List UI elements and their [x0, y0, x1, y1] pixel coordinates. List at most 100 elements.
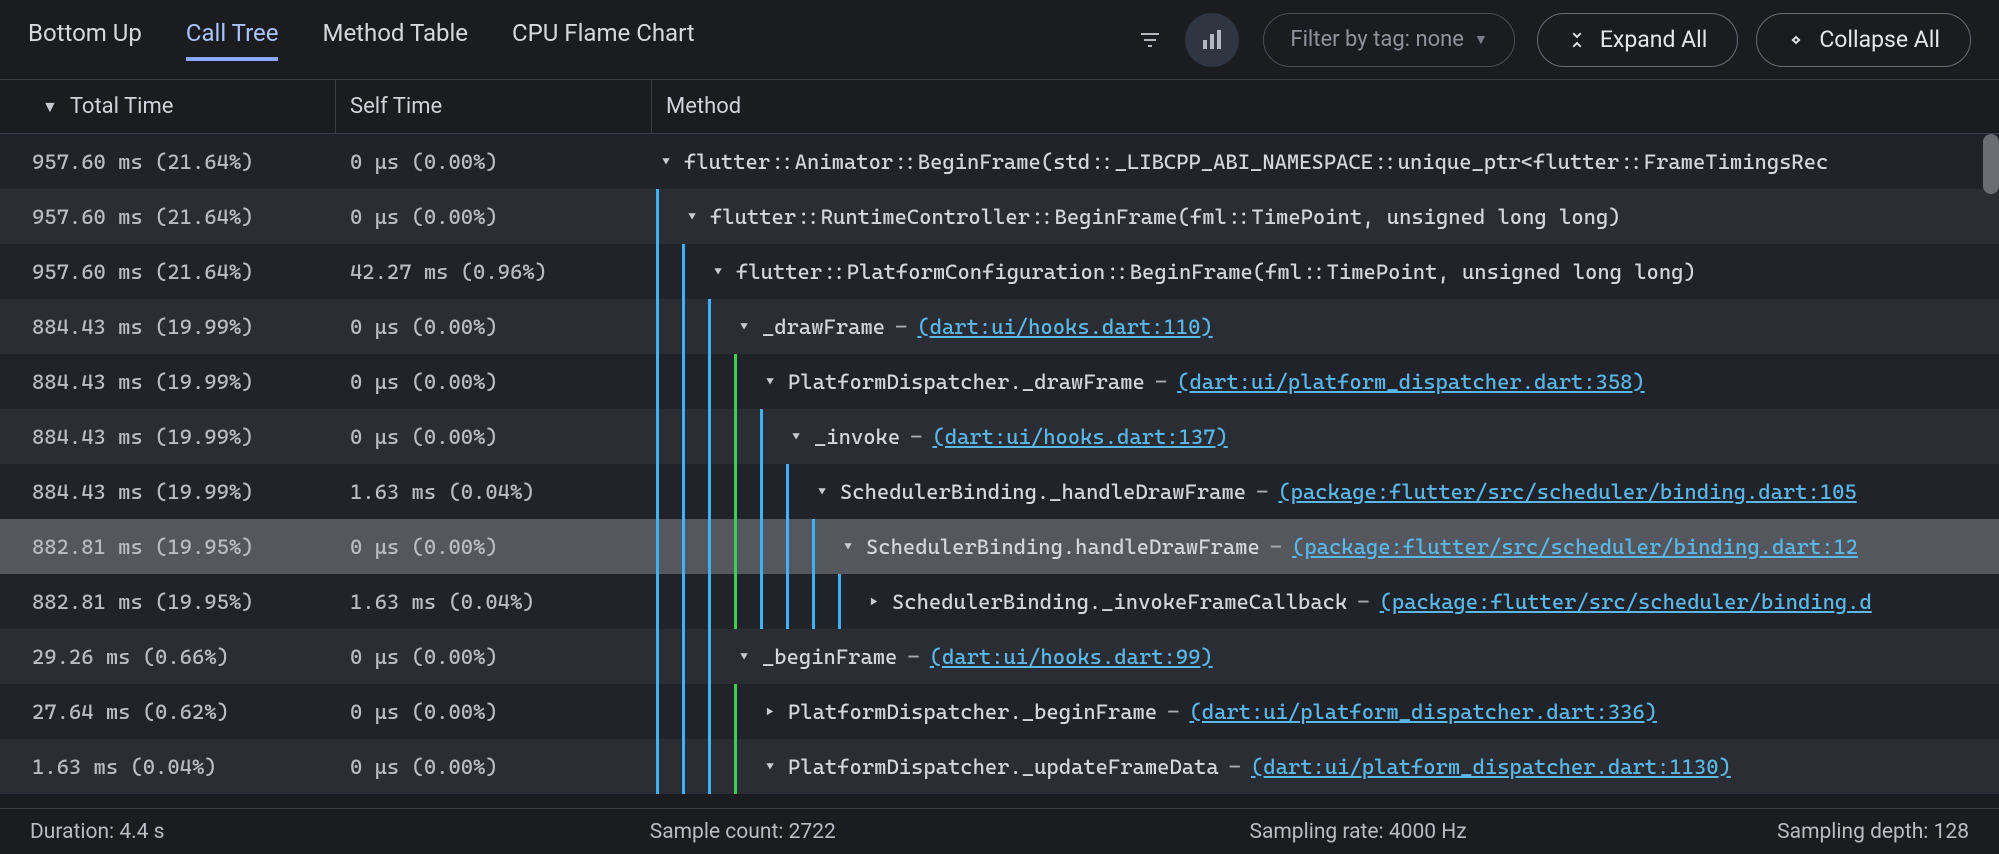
tree-guides: [652, 629, 730, 684]
source-link[interactable]: (package:flutter/src/scheduler/binding.d: [1380, 590, 1872, 614]
tree-guide-line: [704, 684, 730, 739]
method-body: ▸SchedulerBinding._invokeFrameCallback -…: [860, 574, 1872, 629]
cell-method: ▸SchedulerBinding._invokeFrameCallback -…: [652, 574, 1999, 629]
filter-by-tag-dropdown[interactable]: Filter by tag: none ▼: [1263, 13, 1514, 67]
source-link[interactable]: (dart:ui/hooks.dart:137): [932, 425, 1227, 449]
method-body: ▾ _beginFrame - (dart:ui/hooks.dart:99): [730, 629, 1213, 684]
method-name: PlatformDispatcher._updateFrameData: [788, 755, 1219, 779]
table-row[interactable]: 884.43 ms (19.99%)1.63 ms (0.04%)▾Schedu…: [0, 464, 1999, 519]
chevron-down-icon[interactable]: ▾: [658, 152, 674, 171]
expand-all-button[interactable]: Expand All: [1537, 13, 1738, 67]
table-row[interactable]: 882.81 ms (19.95%)0 µs (0.00%)▾Scheduler…: [0, 519, 1999, 574]
tree-guide-line: [678, 629, 704, 684]
source-link[interactable]: (package:flutter/src/scheduler/binding.d…: [1292, 535, 1858, 559]
cell-method: ▾SchedulerBinding._handleDrawFrame - (pa…: [652, 464, 1999, 519]
chevron-down-icon[interactable]: ▾: [762, 757, 778, 776]
tree-guide-line: [730, 409, 756, 464]
cell-total-time: 882.81 ms (19.95%): [0, 574, 336, 629]
tab-bottom-up[interactable]: Bottom Up: [28, 19, 142, 61]
tree-guide-line: [704, 299, 730, 354]
tree-guides: [652, 354, 756, 409]
table-row[interactable]: 957.60 ms (21.64%)42.27 ms (0.96%)▾flutt…: [0, 244, 1999, 299]
filter-icon-button[interactable]: [1123, 13, 1177, 67]
profiler-statusbar: Duration: 4.4 s Sample count: 2722 Sampl…: [0, 808, 1999, 854]
table-row[interactable]: 29.26 ms (0.66%)0 µs (0.00%)▾_beginFrame…: [0, 629, 1999, 684]
tree-guide-line: [678, 409, 704, 464]
tree-guides: [652, 409, 782, 464]
source-separator: -: [1256, 480, 1268, 504]
tree-guide-line: [704, 629, 730, 684]
tab-cpu-flame-chart[interactable]: CPU Flame Chart: [512, 19, 695, 61]
source-separator: -: [910, 425, 922, 449]
tree-guide-line: [730, 739, 756, 794]
method-name: flutter::PlatformConfiguration::BeginFra…: [736, 260, 1696, 284]
table-row[interactable]: 884.43 ms (19.99%)0 µs (0.00%)▾_drawFram…: [0, 299, 1999, 354]
column-header-method[interactable]: Method: [652, 80, 1999, 133]
expand-all-label: Expand All: [1600, 26, 1707, 53]
chevron-down-icon[interactable]: ▾: [762, 372, 778, 391]
chevron-down-icon[interactable]: ▾: [684, 207, 700, 226]
method-name: PlatformDispatcher._drawFrame: [788, 370, 1145, 394]
tree-guide-line: [756, 519, 782, 574]
collapse-all-button[interactable]: Collapse All: [1756, 13, 1971, 67]
table-row[interactable]: 884.43 ms (19.99%)0 µs (0.00%)▾_invoke -…: [0, 409, 1999, 464]
column-header-self-time[interactable]: Self Time: [336, 80, 652, 133]
profiler-toolbar: Bottom Up Call Tree Method Table CPU Fla…: [0, 0, 1999, 80]
chevron-down-icon[interactable]: ▾: [710, 262, 726, 281]
source-separator: -: [907, 645, 919, 669]
cell-total-time: 884.43 ms (19.99%): [0, 354, 336, 409]
column-header-total-time[interactable]: ▼ Total Time: [0, 80, 336, 133]
method-name: _invoke: [814, 425, 900, 449]
table-row[interactable]: 957.60 ms (21.64%)0 µs (0.00%)▾flutter::…: [0, 134, 1999, 189]
table-row[interactable]: 957.60 ms (21.64%)0 µs (0.00%)▾flutter::…: [0, 189, 1999, 244]
cell-self-time: 0 µs (0.00%): [336, 189, 652, 244]
source-link[interactable]: (dart:ui/platform_dispatcher.dart:336): [1189, 700, 1657, 724]
table-row[interactable]: 27.64 ms (0.62%)0 µs (0.00%)▸PlatformDis…: [0, 684, 1999, 739]
tab-method-table[interactable]: Method Table: [322, 19, 468, 61]
method-name: flutter::Animator::BeginFrame(std::_LIBC…: [684, 150, 1828, 174]
profiler-tabs: Bottom Up Call Tree Method Table CPU Fla…: [28, 19, 695, 61]
source-link[interactable]: (dart:ui/hooks.dart:99): [930, 645, 1213, 669]
tab-call-tree[interactable]: Call Tree: [186, 19, 279, 61]
chevron-down-icon[interactable]: ▾: [736, 317, 752, 336]
source-link[interactable]: (dart:ui/platform_dispatcher.dart:1130): [1251, 755, 1731, 779]
tree-guide-line: [652, 409, 678, 464]
chevron-right-icon[interactable]: ▸: [762, 702, 778, 721]
source-link[interactable]: (dart:ui/platform_dispatcher.dart:358): [1177, 370, 1645, 394]
vertical-scrollbar[interactable]: [1983, 134, 1999, 194]
status-sampling-rate: Sampling rate: 4000 Hz: [1030, 820, 1590, 844]
tree-guide-line: [678, 519, 704, 574]
cell-method: ▾ _invoke - (dart:ui/hooks.dart:137): [652, 409, 1999, 464]
tree-guide-line: [730, 354, 756, 409]
tree-guide-line: [730, 574, 756, 629]
cell-self-time: 0 µs (0.00%): [336, 354, 652, 409]
tree-guide-line: [782, 574, 808, 629]
cell-self-time: 42.27 ms (0.96%): [336, 244, 652, 299]
method-name: _beginFrame: [762, 645, 897, 669]
tree-guides: [652, 519, 834, 574]
chevron-down-icon[interactable]: ▾: [736, 647, 752, 666]
tree-guides: [652, 244, 704, 299]
table-row[interactable]: 1.63 ms (0.04%)0 µs (0.00%)▾PlatformDisp…: [0, 739, 1999, 794]
chart-icon-button[interactable]: [1185, 13, 1239, 67]
tree-guides: [652, 464, 808, 519]
tree-guide-line: [808, 519, 834, 574]
cell-self-time: 0 µs (0.00%): [336, 409, 652, 464]
method-body: ▾ _invoke - (dart:ui/hooks.dart:137): [782, 409, 1228, 464]
table-row[interactable]: 884.43 ms (19.99%)0 µs (0.00%) ▾ PlatformD…: [0, 354, 1999, 409]
cell-self-time: 0 µs (0.00%): [336, 134, 652, 189]
table-row[interactable]: 882.81 ms (19.95%)1.63 ms (0.04%)▸Schedu…: [0, 574, 1999, 629]
source-separator: -: [1357, 590, 1369, 614]
chevron-down-icon[interactable]: ▾: [814, 482, 830, 501]
tree-guide-line: [756, 409, 782, 464]
source-link[interactable]: (dart:ui/hooks.dart:110): [917, 315, 1212, 339]
tree-guide-line: [704, 354, 730, 409]
cell-total-time: 1.63 ms (0.04%): [0, 739, 336, 794]
chevron-down-icon[interactable]: ▾: [840, 537, 856, 556]
chevron-right-icon[interactable]: ▸: [866, 592, 882, 611]
tree-guide-line: [652, 189, 678, 244]
method-body: ▾ flutter::Animator::BeginFrame(std::_LIB…: [652, 134, 1828, 189]
filter-icon: [1138, 28, 1162, 52]
source-link[interactable]: (package:flutter/src/scheduler/binding.d…: [1278, 480, 1856, 504]
chevron-down-icon[interactable]: ▾: [788, 427, 804, 446]
